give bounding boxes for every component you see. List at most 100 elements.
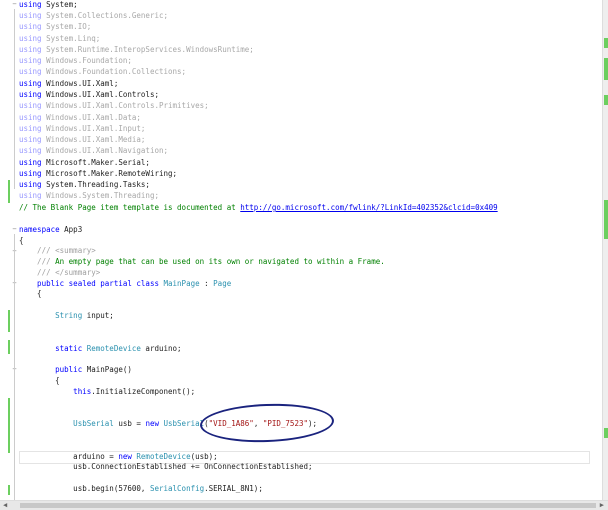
code-editor[interactable]: using System; using System.Collections.Ge…: [0, 0, 600, 500]
code-token: usb =: [113, 419, 146, 428]
code-token: new: [118, 452, 137, 461]
code-token: using: [19, 11, 42, 20]
code-line: /// </summary>: [19, 267, 100, 278]
code-line: // The Blank Page item template is docum…: [19, 202, 498, 213]
code-token: namespace: [19, 225, 60, 234]
change-marker: [604, 58, 608, 80]
code-token: MainPage: [163, 279, 200, 288]
code-token: Windows.UI.Xaml.Controls;: [41, 90, 159, 99]
code-line: using System.Collections.Generic;: [19, 10, 168, 21]
code-token: :: [199, 279, 214, 288]
code-token: An empty page that can be used on its ow…: [50, 257, 385, 266]
code-token: /// <summary>: [19, 246, 96, 255]
code-token: UsbSerial: [163, 419, 205, 428]
code-line: using Microsoft.Maker.Serial;: [19, 157, 150, 168]
code-line: namespace App3: [19, 224, 82, 235]
code-token: usb.begin(57600,: [19, 484, 150, 493]
code-token: {: [19, 289, 42, 298]
code-line: using Windows.UI.Xaml.Controls.Primitive…: [19, 100, 209, 111]
code-token: {: [19, 376, 60, 385]
code-line: using Windows.System.Threading;: [19, 190, 159, 201]
code-token: Page: [213, 279, 232, 288]
code-line: using Windows.UI.Xaml.Controls;: [19, 89, 159, 100]
code-token: Windows.UI.Xaml.Navigation;: [41, 146, 169, 155]
code-token: using: [19, 169, 42, 178]
code-token: new: [145, 419, 164, 428]
code-token: Windows.Foundation;: [41, 56, 132, 65]
code-token: this: [19, 387, 92, 396]
code-token: SerialConfig: [149, 484, 205, 493]
code-token: System.Linq;: [41, 34, 101, 43]
scrollbar-thumb[interactable]: [20, 503, 596, 508]
code-line: using Windows.Foundation;: [19, 55, 132, 66]
code-token: Windows.UI.Xaml.Input;: [41, 124, 146, 133]
code-token: using: [19, 146, 42, 155]
code-token: .SERIAL_8N1);: [204, 484, 263, 493]
code-token: MainPage(): [86, 365, 132, 374]
code-token: usb.ConnectionEstablished += OnConnectio…: [19, 462, 313, 471]
code-token: using: [19, 158, 42, 167]
code-line: using Windows.Foundation.Collections;: [19, 66, 186, 77]
code-line: using System;: [19, 0, 78, 10]
code-token: using: [19, 90, 42, 99]
code-token: Microsoft.Maker.Serial;: [41, 158, 150, 167]
code-token: input;: [82, 311, 114, 320]
code-line: using Windows.UI.Xaml;: [19, 78, 118, 89]
collapse-icon[interactable]: −: [11, 226, 18, 233]
code-line: String input;: [19, 310, 114, 321]
change-bar: [8, 340, 10, 354]
code-line: /// An empty page that can be used on it…: [19, 256, 385, 267]
code-token: using: [19, 124, 42, 133]
code-line: usb.begin(57600, SerialConfig.SERIAL_8N1…: [19, 483, 263, 494]
code-token: using: [19, 101, 42, 110]
code-token: System.Threading.Tasks;: [41, 180, 150, 189]
code-token: // The Blank Page item template is docum…: [19, 203, 241, 212]
code-token: arduino =: [19, 452, 119, 461]
code-line: using System.Runtime.InteropServices.Win…: [19, 44, 254, 55]
code-token: using: [19, 67, 42, 76]
change-bar: [8, 485, 10, 495]
code-token: Windows.UI.Xaml.Data;: [41, 113, 141, 122]
fold-guide: [14, 234, 15, 500]
change-bar: [8, 197, 10, 203]
doc-link[interactable]: http://go.microsoft.com/fwlink/?LinkId=4…: [240, 203, 497, 212]
code-token: public sealed partial class: [19, 279, 164, 288]
code-line: this.InitializeComponent();: [19, 386, 195, 397]
code-line: {: [19, 288, 42, 299]
change-bar: [8, 310, 10, 332]
code-line: using Windows.UI.Xaml.Input;: [19, 123, 145, 134]
code-token: Windows.Foundation.Collections;: [41, 67, 187, 76]
code-token: RemoteDevice: [86, 344, 141, 353]
code-token: using: [19, 45, 42, 54]
code-token: public: [19, 365, 87, 374]
code-token: using: [19, 0, 42, 9]
code-line: using Windows.UI.Xaml.Navigation;: [19, 145, 168, 156]
horizontal-scrollbar[interactable]: ◀ ▶: [0, 500, 608, 510]
code-token: Windows.UI.Xaml;: [41, 79, 119, 88]
code-line: /// <summary>: [19, 245, 96, 256]
code-token: Windows.UI.Xaml.Controls.Primitives;: [41, 101, 209, 110]
code-token: System;: [41, 0, 78, 9]
code-token: Microsoft.Maker.RemoteWiring;: [41, 169, 178, 178]
scroll-left-icon[interactable]: ◀: [3, 501, 7, 510]
fold-guide: [14, 9, 15, 189]
code-token: /// </summary>: [19, 268, 101, 277]
code-token: using: [19, 135, 42, 144]
change-marker: [604, 207, 608, 239]
code-line: {: [19, 375, 60, 386]
code-line: using Windows.UI.Xaml.Media;: [19, 134, 145, 145]
code-line: using System.Threading.Tasks;: [19, 179, 150, 190]
scroll-right-icon[interactable]: ▶: [600, 501, 604, 510]
collapse-icon[interactable]: −: [11, 1, 18, 8]
code-token: using: [19, 180, 42, 189]
vertical-scrollbar[interactable]: [602, 0, 608, 500]
code-line: using System.Linq;: [19, 33, 100, 44]
code-line: usb.ConnectionEstablished += OnConnectio…: [19, 461, 313, 472]
change-marker: [604, 95, 608, 105]
code-token: System.Collections.Generic;: [41, 11, 169, 20]
code-token: using: [19, 22, 42, 31]
code-line: using Windows.UI.Xaml.Data;: [19, 112, 141, 123]
code-token: ///: [19, 257, 51, 266]
code-line: public MainPage(): [19, 364, 132, 375]
code-token: UsbSerial: [19, 419, 114, 428]
